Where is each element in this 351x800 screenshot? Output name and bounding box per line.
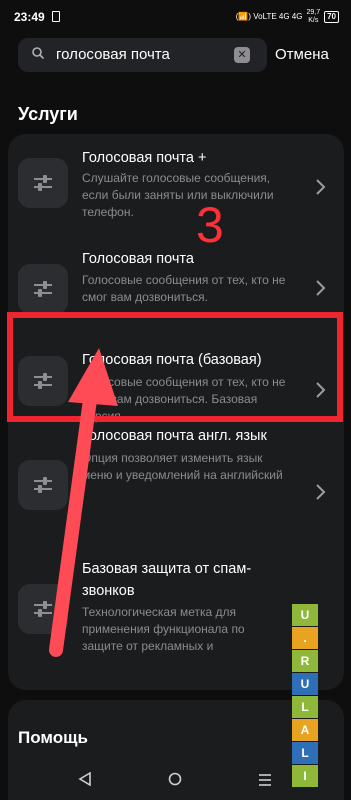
sliders-icon xyxy=(18,264,68,314)
status-icons: (📶) VoLTE 4G 4G 29,7 K/s 70 xyxy=(236,9,339,25)
service-title: Голосовая почта + xyxy=(82,150,207,166)
service-description: Технологическая метка для применения фун… xyxy=(82,605,245,653)
status-time: 23:49 xyxy=(14,10,45,24)
search-input[interactable] xyxy=(56,46,236,63)
watermark-letter: L xyxy=(292,742,318,764)
chevron-right-icon xyxy=(316,179,326,195)
network-icons: (📶) VoLTE 4G 4G xyxy=(235,12,303,21)
watermark-letter: A xyxy=(292,719,318,741)
chevron-right-icon xyxy=(316,484,326,500)
service-item-voicemail-english[interactable]: Голосовая почта англ. язык Опция позволя… xyxy=(8,424,344,534)
services-section-title: Услуги xyxy=(18,104,78,124)
speed-unit: K/s xyxy=(308,17,319,24)
speed-indicator: 29,7 K/s xyxy=(306,9,320,25)
service-description: Голосовые сообщения от тех, кто не смог … xyxy=(82,273,286,304)
watermark-letter: R xyxy=(292,650,318,672)
watermark-letter: U xyxy=(292,604,318,626)
speed-value: 29,7 xyxy=(306,9,321,16)
help-section-title: Помощь xyxy=(18,728,88,747)
step-number-label: 3 xyxy=(196,197,224,253)
service-title: Голосовая почта xyxy=(82,251,194,267)
sliders-icon xyxy=(18,158,68,208)
service-title: Базовая защита от спам-звонков xyxy=(82,561,252,599)
sim-icon xyxy=(52,11,60,22)
status-bar: 23:49 (📶) VoLTE 4G 4G 29,7 K/s 70 xyxy=(0,0,351,30)
watermark-letter: I xyxy=(292,765,318,787)
watermark: U . R U L A L I xyxy=(292,604,318,788)
search-field-container[interactable]: ✕ xyxy=(18,38,267,72)
watermark-letter: . xyxy=(292,627,318,649)
home-icon[interactable] xyxy=(168,772,182,786)
back-icon[interactable] xyxy=(78,772,92,786)
cancel-button[interactable]: Отмена xyxy=(275,46,329,63)
chevron-right-icon xyxy=(316,280,326,296)
sliders-icon xyxy=(18,460,68,510)
menu-icon[interactable] xyxy=(258,774,272,786)
clear-search-button[interactable]: ✕ xyxy=(234,47,250,63)
watermark-letter: U xyxy=(292,673,318,695)
service-title: Голосовая почта англ. язык xyxy=(82,428,267,444)
search-bar: ✕ Отмена xyxy=(18,38,338,72)
service-item-voicemail-plus[interactable]: Голосовая почта + Слушайте голосовые соо… xyxy=(8,134,344,232)
sliders-icon xyxy=(18,584,68,634)
battery-icon: 70 xyxy=(324,11,339,23)
service-description: Опция позволяет изменить язык меню и уве… xyxy=(82,451,283,482)
highlight-rectangle xyxy=(7,312,343,422)
watermark-letter: L xyxy=(292,696,318,718)
service-item-voicemail[interactable]: Голосовая почта Голосовые сообщения от т… xyxy=(8,232,344,324)
service-description: Слушайте голосовые сообщения, если были … xyxy=(82,171,274,219)
search-icon xyxy=(32,47,44,59)
